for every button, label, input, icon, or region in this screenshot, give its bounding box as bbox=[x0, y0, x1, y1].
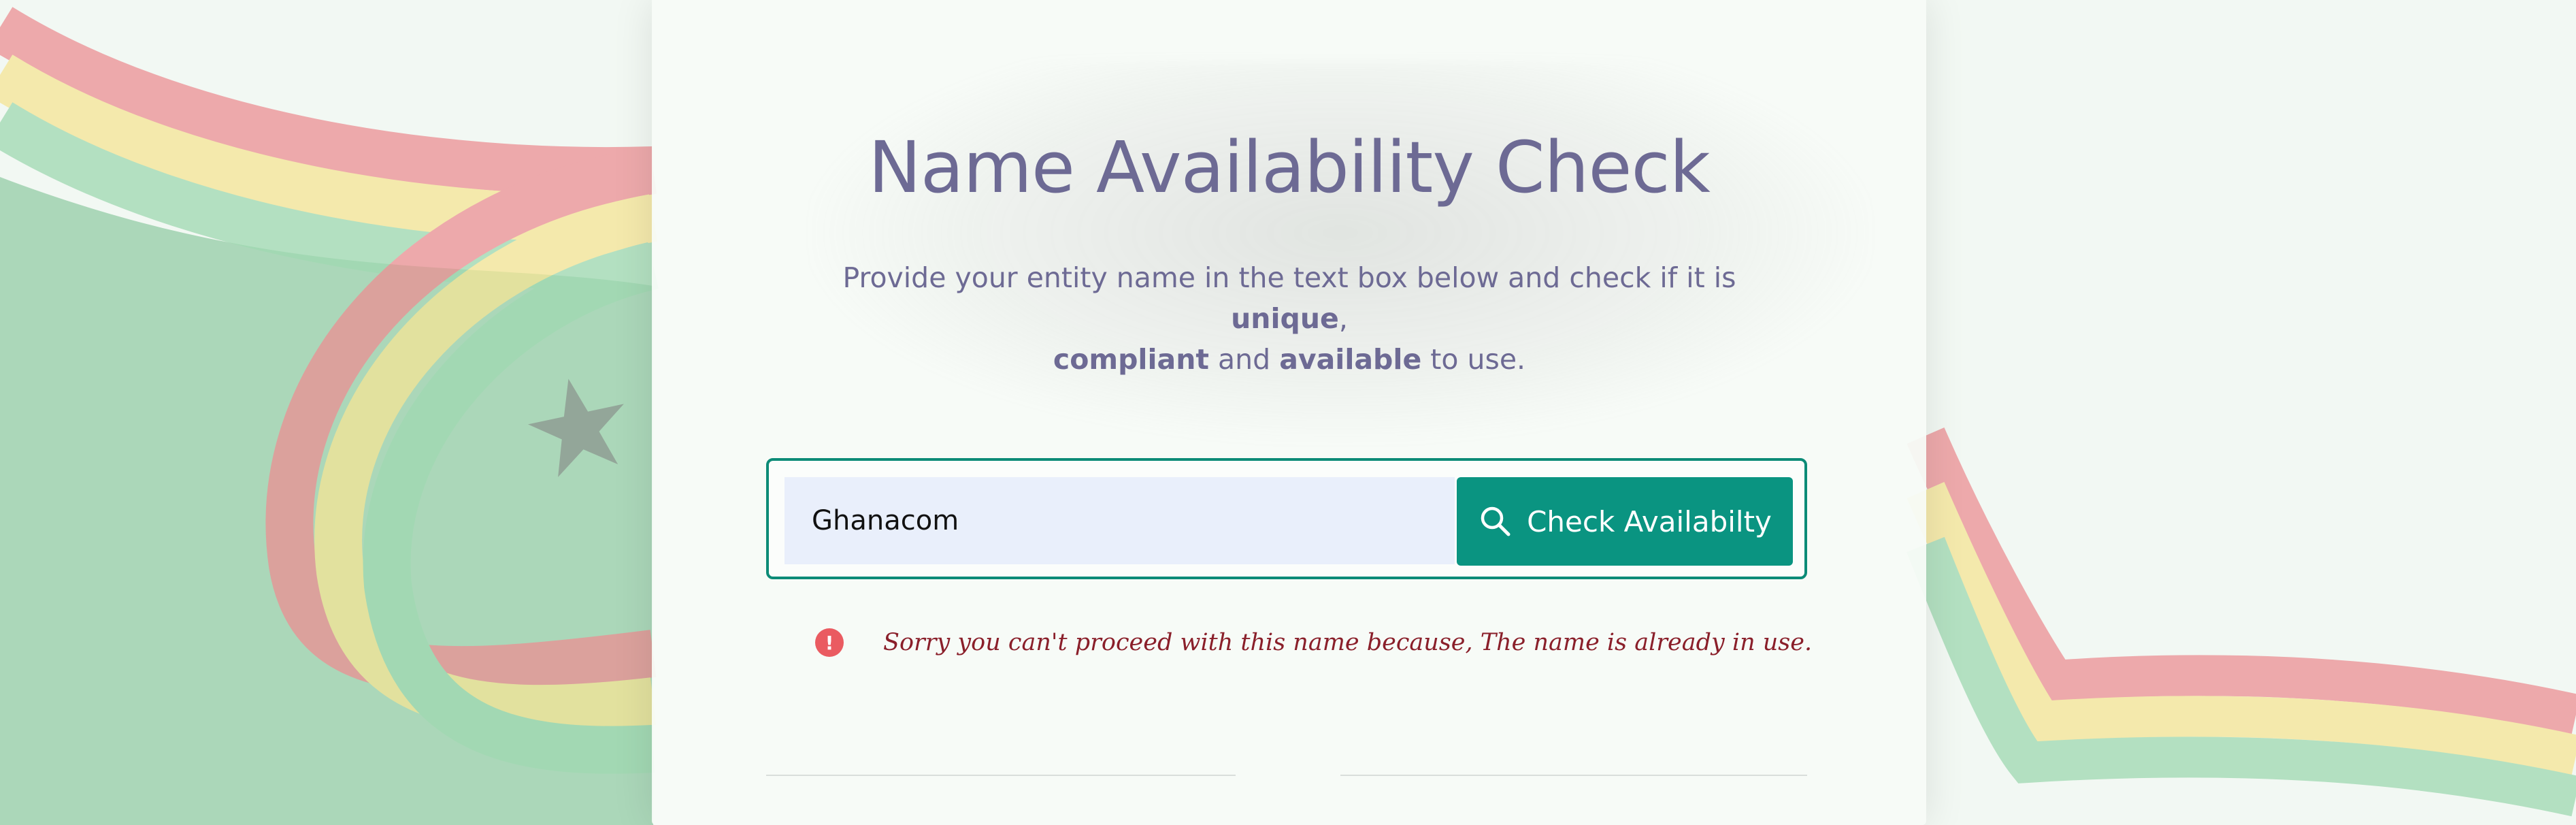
divider-right bbox=[1340, 775, 1807, 776]
page-subtitle: Provide your entity name in the text box… bbox=[782, 257, 1796, 380]
error-message: ! Sorry you can't proceed with this name… bbox=[815, 625, 1812, 660]
subtitle-and: and bbox=[1209, 343, 1280, 376]
subtitle-comma: , bbox=[1338, 302, 1348, 335]
header-backdrop bbox=[810, 61, 1871, 442]
page-title: Name Availability Check bbox=[868, 126, 1711, 209]
check-availability-label: Check Availabilty bbox=[1527, 504, 1772, 538]
entity-name-input[interactable] bbox=[785, 477, 1455, 564]
subtitle-compliant: compliant bbox=[1053, 343, 1209, 376]
subtitle-unique: unique bbox=[1231, 302, 1339, 335]
error-text: Sorry you can't proceed with this name b… bbox=[883, 629, 1813, 656]
exclamation-circle-icon: ! bbox=[815, 628, 844, 657]
subtitle-intro: Provide your entity name in the text box… bbox=[842, 261, 1736, 294]
subtitle-outro: to use. bbox=[1421, 343, 1526, 376]
search-icon bbox=[1478, 504, 1513, 539]
subtitle-available: available bbox=[1279, 343, 1422, 376]
divider-left bbox=[766, 775, 1236, 776]
check-availability-button[interactable]: Check Availabilty bbox=[1457, 477, 1793, 566]
